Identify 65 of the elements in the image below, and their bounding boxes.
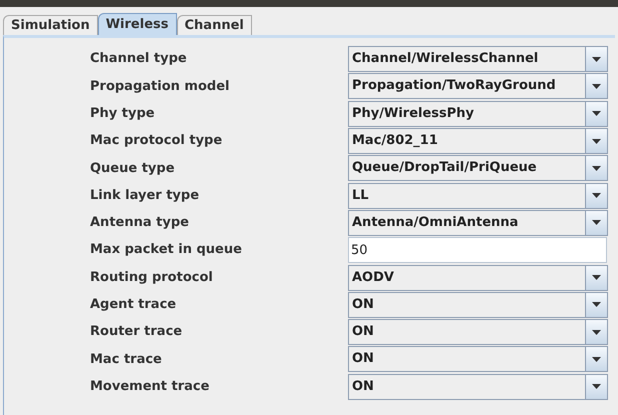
dropdown[interactable]: Queue/DropTail/PriQueue xyxy=(348,155,608,182)
dropdown-value: Queue/DropTail/PriQueue xyxy=(351,159,538,178)
dropdown-value: ON xyxy=(351,323,375,342)
dropdown-value: Mac/802_11 xyxy=(351,132,439,150)
field-label: Routing protocol xyxy=(90,268,214,287)
caret-icon xyxy=(592,56,601,62)
dropdown-arrow-button[interactable] xyxy=(585,374,607,399)
tab[interactable]: Wireless xyxy=(98,13,176,35)
field-label: Phy type xyxy=(90,104,156,123)
caret-icon xyxy=(592,193,601,198)
field-label: Antenna type xyxy=(90,214,190,232)
dropdown-arrow-button[interactable] xyxy=(585,184,607,208)
dropdown-arrow-button[interactable] xyxy=(585,292,607,317)
dropdown[interactable]: ON xyxy=(348,346,608,372)
dropdown-arrow-button[interactable] xyxy=(585,47,607,72)
dropdown[interactable]: ON xyxy=(348,374,608,400)
dropdown[interactable]: Phy/WirelessPhy xyxy=(348,100,608,127)
dropdown[interactable]: ON xyxy=(348,319,608,346)
dropdown-arrow-button[interactable] xyxy=(585,102,607,126)
tab[interactable]: Channel xyxy=(176,15,252,35)
field-label: Queue type xyxy=(90,160,176,178)
dropdown-arrow-button[interactable] xyxy=(585,156,607,180)
dropdown-value: ON xyxy=(351,296,375,314)
field-label: Agent trace xyxy=(90,296,178,314)
caret-icon xyxy=(592,275,601,280)
dropdown-arrow-button[interactable] xyxy=(585,266,607,290)
caret-icon xyxy=(592,111,601,116)
dropdown-value: Propagation/TwoRayGround xyxy=(351,77,557,96)
field-label: Max packet in queue xyxy=(90,241,243,260)
caret-icon xyxy=(592,138,601,144)
field-label: Propagation model xyxy=(90,78,230,96)
field-label: Mac trace xyxy=(90,350,163,369)
dropdown-value: AODV xyxy=(351,268,395,287)
field-label: Movement trace xyxy=(90,378,210,396)
field-label: Router trace xyxy=(90,323,184,342)
dropdown-arrow-button[interactable] xyxy=(585,74,607,98)
field-label: Channel type xyxy=(90,50,188,68)
dropdown-value: Antenna/OmniAntenna xyxy=(351,214,520,232)
dropdown[interactable]: ON xyxy=(348,292,608,318)
dropdown[interactable]: Mac/802_11 xyxy=(348,128,608,154)
dropdown-value: Channel/WirelessChannel xyxy=(351,50,540,68)
caret-icon xyxy=(592,84,601,89)
dropdown[interactable]: AODV xyxy=(348,264,608,291)
field-label: Mac protocol type xyxy=(90,132,224,150)
dropdown[interactable]: Channel/WirelessChannel xyxy=(348,46,608,72)
caret-icon xyxy=(592,220,601,226)
dropdown-value: LL xyxy=(351,186,370,205)
caret-icon xyxy=(592,302,601,308)
caret-icon xyxy=(592,356,601,362)
dropdown[interactable]: LL xyxy=(348,182,608,209)
dropdown-value: ON xyxy=(351,378,375,396)
dropdown-arrow-button[interactable] xyxy=(585,347,607,372)
dropdown-arrow-button[interactable] xyxy=(585,210,607,235)
dropdown-arrow-button[interactable] xyxy=(585,320,607,344)
input-field[interactable]: 50 xyxy=(348,237,607,264)
field-label: Link layer type xyxy=(90,186,200,205)
caret-icon xyxy=(592,330,601,335)
dropdown[interactable]: Antenna/OmniAntenna xyxy=(348,210,608,236)
caret-icon xyxy=(592,166,601,171)
dropdown[interactable]: Propagation/TwoRayGround xyxy=(348,73,608,100)
dropdown-value: Phy/WirelessPhy xyxy=(351,104,476,123)
tab[interactable]: Simulation xyxy=(3,15,98,35)
dropdown-value: ON xyxy=(351,350,375,368)
caret-icon xyxy=(592,384,601,390)
dropdown-arrow-button[interactable] xyxy=(585,129,607,154)
